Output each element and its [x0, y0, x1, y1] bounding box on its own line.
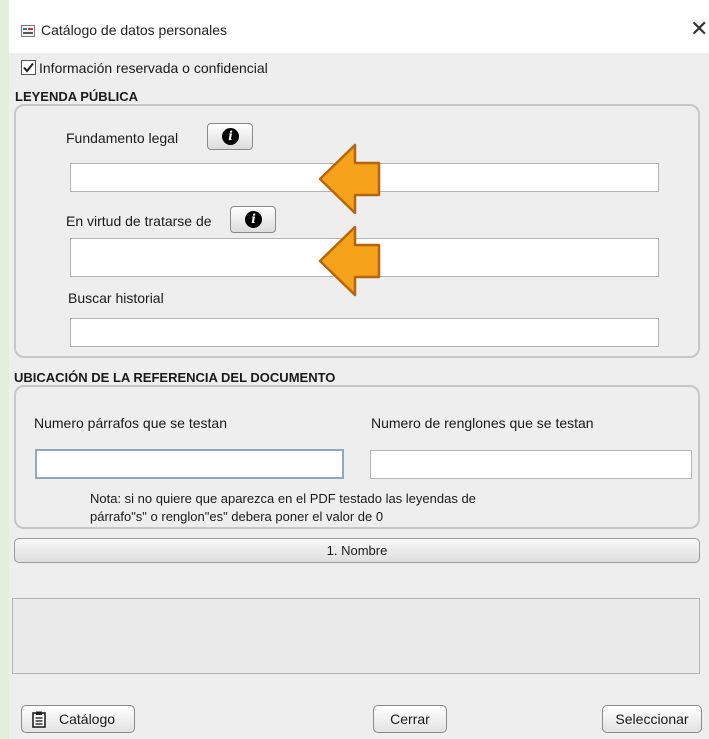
close-icon[interactable]: ✕ [690, 16, 708, 42]
parrafos-label: Numero párrafos que se testan [34, 415, 227, 431]
clipboard-icon [32, 711, 46, 728]
ubicacion-heading: UBICACIÓN DE LA REFERENCIA DEL DOCUMENTO [14, 370, 336, 385]
orange-arrow-annotation [318, 143, 381, 215]
buscar-historial-input[interactable] [70, 318, 659, 347]
confidential-checkbox[interactable] [21, 60, 36, 75]
leyenda-publica-heading: LEYENDA PÚBLICA [15, 89, 139, 104]
info-icon: i [245, 211, 262, 228]
fundamento-legal-label: Fundamento legal [66, 130, 179, 146]
catalogo-button[interactable]: Catálogo [21, 705, 135, 733]
orange-arrow-annotation [318, 225, 381, 297]
checkmark-icon [23, 62, 34, 73]
catalog-window: Catálogo de datos personales ✕ Informaci… [9, 0, 709, 739]
fundamento-info-button[interactable]: i [207, 123, 253, 150]
catalogo-label: Catálogo [59, 711, 116, 727]
cerrar-button[interactable]: Cerrar [373, 705, 447, 733]
renglones-input[interactable] [370, 450, 692, 479]
confidential-checkbox-label[interactable]: Información reservada o confidencial [39, 60, 268, 76]
note-line-2: párrafo"s" o renglon"es" debera poner el… [90, 509, 384, 524]
buscar-historial-label: Buscar historial [68, 290, 164, 306]
note-text: Nota: si no quiere que aparezca en el PD… [90, 490, 570, 526]
note-line-1: Nota: si no quiere que aparezca en el PD… [90, 491, 476, 506]
virtud-info-button[interactable]: i [230, 206, 276, 233]
renglones-label: Numero de renglones que se testan [371, 415, 594, 431]
title-bar: Catálogo de datos personales ✕ [9, 0, 709, 53]
nombre-list-button[interactable]: 1. Nombre [14, 538, 700, 563]
info-icon: i [222, 128, 239, 145]
seleccionar-button[interactable]: Seleccionar [602, 705, 702, 733]
parrafos-input[interactable] [35, 449, 344, 479]
detail-panel [12, 598, 700, 674]
app-icon [21, 24, 35, 40]
window-title: Catálogo de datos personales [41, 22, 228, 38]
virtud-label: En virtud de tratarse de [66, 213, 212, 229]
